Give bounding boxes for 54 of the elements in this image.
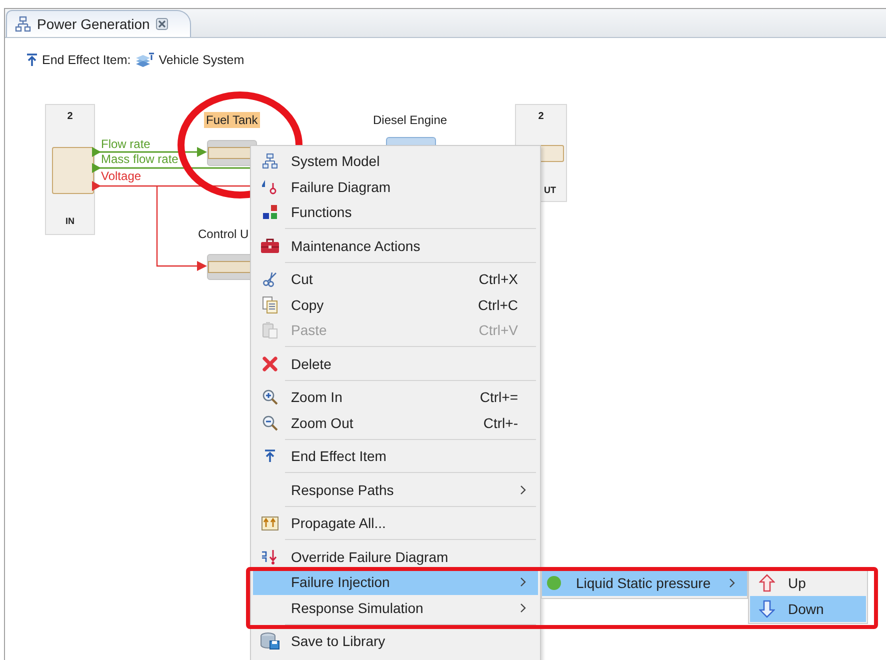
menu-item[interactable]: Up <box>750 570 866 596</box>
port-number: 2 <box>66 111 74 122</box>
menu-item[interactable]: End Effect Item <box>253 444 538 469</box>
header-label: End Effect Item: <box>42 53 131 67</box>
header-value: Vehicle System <box>158 53 244 67</box>
arrow-down-icon <box>759 600 775 618</box>
toolbox-icon <box>260 238 280 254</box>
arrow-up-bar-icon <box>264 449 276 464</box>
menu-item[interactable]: Delete <box>253 351 538 376</box>
menu-item[interactable]: Functions <box>253 200 538 225</box>
arrow-up-bar-icon <box>26 53 38 67</box>
connection-label: Voltage <box>101 169 142 183</box>
database-save-icon <box>260 632 280 650</box>
menu-item[interactable]: System Model <box>253 148 538 174</box>
tab-title: Power Generation <box>37 16 150 32</box>
blocks-icon <box>262 204 278 220</box>
menu-item[interactable]: Save to Library <box>253 628 538 654</box>
stacked-layers-icon <box>134 52 155 68</box>
menu-item[interactable]: Override Failure Diagram <box>253 544 538 570</box>
menu-item[interactable]: Down <box>750 596 866 622</box>
editor-tab[interactable]: Power Generation <box>6 10 191 37</box>
menu-item[interactable]: Failure Diagram <box>253 174 538 200</box>
port-label: UT <box>543 185 557 195</box>
component-label[interactable]: Fuel Tank <box>204 112 260 128</box>
port-label: IN <box>64 216 76 226</box>
menu-item[interactable]: Zoom Out Ctrl+- <box>253 410 538 436</box>
propagate-icon <box>261 515 279 532</box>
menu-item[interactable]: Failure Injection <box>253 570 538 595</box>
component-label[interactable]: Diesel Engine <box>371 112 450 128</box>
connection-label: Mass flow rate <box>101 152 178 166</box>
menu-item[interactable]: Response Simulation <box>253 595 538 620</box>
override-icon <box>261 548 279 565</box>
scissors-icon <box>262 271 278 288</box>
delete-icon <box>262 356 278 372</box>
menu-item[interactable]: Zoom In Ctrl+= <box>253 384 538 410</box>
menu-item[interactable]: Propagate All... <box>253 510 538 536</box>
close-icon[interactable] <box>156 18 168 30</box>
menu-item[interactable]: Liquid Static pressure <box>542 570 747 596</box>
connection-label: Flow rate <box>101 137 150 151</box>
flag-icon <box>262 178 278 195</box>
arrow-up-icon <box>759 574 775 592</box>
clipboard-icon <box>262 321 278 340</box>
component-label[interactable]: Control U <box>196 226 251 242</box>
zoom-in-icon <box>262 389 278 406</box>
hierarchy-icon <box>262 153 278 170</box>
zoom-out-icon <box>262 414 278 431</box>
menu-item[interactable]: Copy Ctrl+C <box>253 292 538 318</box>
menu-item[interactable]: Cut Ctrl+X <box>253 266 538 292</box>
port-number: 2 <box>537 111 545 122</box>
documents-icon <box>262 296 278 314</box>
menu-item[interactable]: Response Paths <box>253 477 538 502</box>
hierarchy-icon <box>15 16 31 32</box>
port-connector <box>52 147 94 194</box>
menu-item[interactable]: Maintenance Actions <box>253 233 538 258</box>
